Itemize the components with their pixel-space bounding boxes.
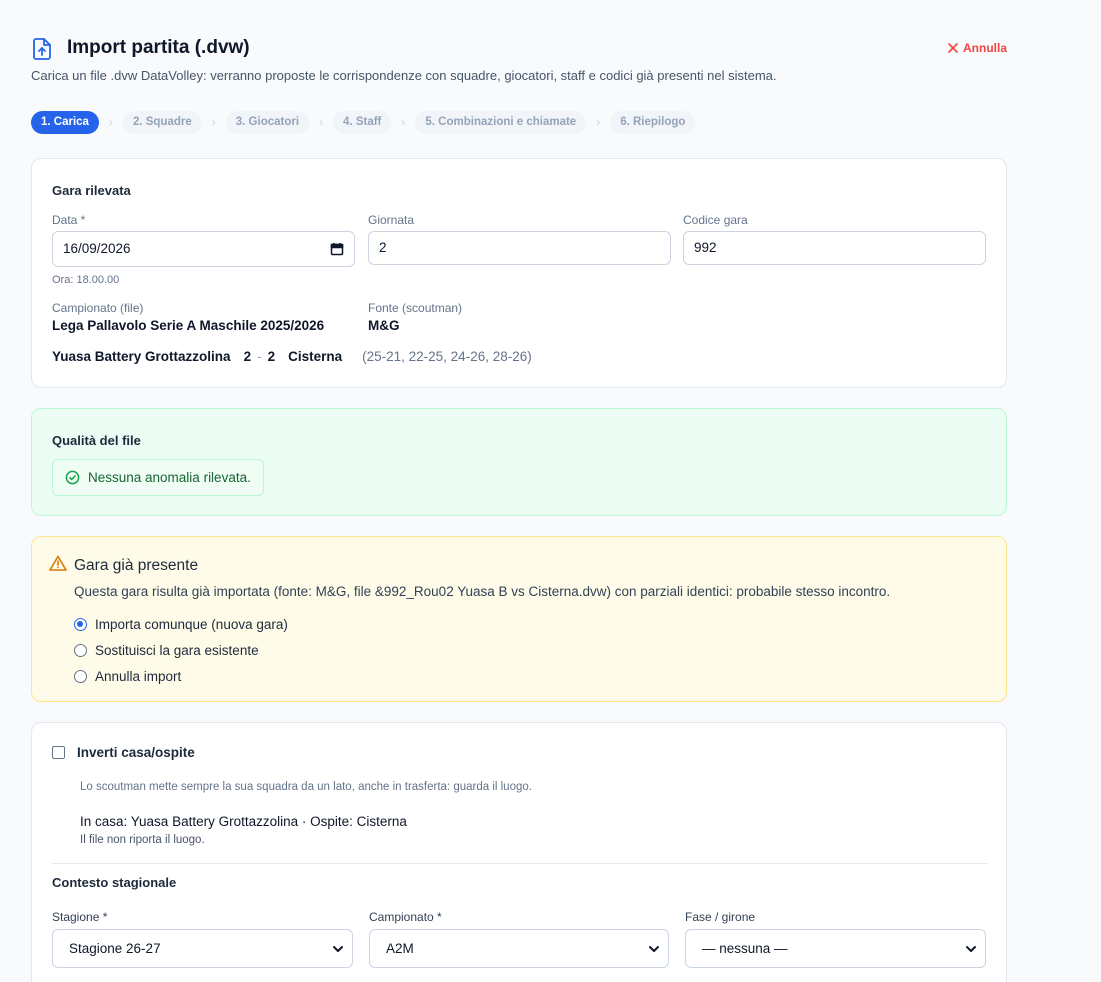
step-carica[interactable]: 1. Carica	[31, 110, 99, 134]
divider	[52, 863, 987, 864]
calendar-icon[interactable]	[330, 242, 344, 256]
radio-cancel-import[interactable]	[74, 670, 87, 683]
championship-file-value: Lega Pallavolo Serie A Maschile 2025/202…	[52, 318, 325, 333]
score-separator: -	[257, 349, 262, 364]
source-value: M&G	[368, 318, 400, 333]
championship-file-label: Campionato (file)	[52, 301, 144, 315]
option-replace-existing[interactable]: Sostituisci la gara esistente	[74, 643, 259, 658]
step-riepilogo[interactable]: 6. Riepilogo	[610, 110, 696, 134]
wizard-stepper: 1. Carica › 2. Squadre › 3. Giocatori › …	[31, 110, 696, 134]
option-replace-existing-label: Sostituisci la gara esistente	[95, 643, 259, 658]
league-label: Campionato *	[369, 910, 442, 924]
phase-selected: — nessuna —	[702, 941, 788, 956]
file-quality-card: Qualità del file Nessuna anomalia rileva…	[31, 408, 1007, 516]
date-label: Data *	[52, 213, 86, 227]
time-note: Ora: 18.00.00	[52, 274, 120, 286]
file-upload-icon	[33, 38, 51, 60]
quality-title: Qualità del file	[52, 433, 141, 448]
page-header: Import partita (.dvw) Annulla	[31, 35, 1007, 65]
page-subtitle: Carica un file .dvw DataVolley: verranno…	[31, 68, 777, 83]
cancel-button[interactable]: Annulla	[948, 41, 1007, 55]
season-label: Stagione *	[52, 910, 108, 924]
league-selected: A2M	[386, 941, 414, 956]
match-code-input[interactable]: 992	[683, 231, 986, 265]
option-import-anyway[interactable]: Importa comunque (nuova gara)	[74, 617, 288, 632]
step-separator-icon: ›	[401, 115, 406, 129]
step-combinazioni[interactable]: 5. Combinazioni e chiamate	[415, 110, 587, 134]
date-value: 16/09/2026	[63, 241, 131, 256]
step-separator-icon: ›	[108, 115, 113, 129]
home-away-summary: In casa: Yuasa Battery Grottazzolina · O…	[80, 814, 407, 829]
venue-note: Il file non riporta il luogo.	[80, 834, 205, 846]
swap-home-away-checkbox[interactable]	[52, 746, 65, 759]
match-code-label: Codice gara	[683, 213, 748, 227]
phase-label: Fase / girone	[685, 910, 756, 924]
phase-select[interactable]: — nessuna —	[685, 929, 986, 968]
home-sets: 2	[243, 349, 252, 364]
step-separator-icon: ›	[596, 115, 601, 129]
duplicate-description: Questa gara risulta già importata (fonte…	[74, 584, 891, 599]
chevron-down-icon	[966, 946, 976, 952]
match-details-card: Gara rilevata Data * 16/09/2026 Ora: 18.…	[31, 158, 1007, 388]
option-import-anyway-label: Importa comunque (nuova gara)	[95, 617, 288, 632]
source-label: Fonte (scoutman)	[368, 301, 463, 315]
season-selected: Stagione 26-27	[69, 941, 161, 956]
step-giocatori[interactable]: 3. Giocatori	[225, 110, 310, 134]
step-squadre[interactable]: 2. Squadre	[122, 110, 202, 134]
cancel-label: Annulla	[963, 41, 1007, 55]
score-line: Yuasa Battery Grottazzolina 2 - 2 Cister…	[52, 349, 532, 364]
option-cancel-import[interactable]: Annulla import	[74, 669, 181, 684]
duplicate-match-card: Gara già presente Questa gara risulta gi…	[31, 536, 1007, 702]
warning-icon	[49, 555, 67, 571]
context-card: Inverti casa/ospite Lo scoutman mette se…	[31, 722, 1007, 982]
season-context-title: Contesto stagionale	[52, 875, 177, 890]
set-partials: (25-21, 22-25, 24-26, 28-26)	[362, 349, 532, 364]
option-cancel-import-label: Annulla import	[95, 669, 182, 684]
radio-replace-existing[interactable]	[74, 644, 87, 657]
swap-home-away-toggle[interactable]: Inverti casa/ospite	[52, 745, 195, 760]
radio-import-anyway[interactable]	[74, 618, 87, 631]
duplicate-title: Gara già presente	[74, 557, 199, 574]
step-staff[interactable]: 4. Staff	[333, 110, 392, 134]
match-section-title: Gara rilevata	[52, 183, 131, 198]
quality-status-badge: Nessuna anomalia rilevata.	[52, 459, 264, 496]
chevron-down-icon	[333, 946, 343, 952]
away-team-name: Cisterna	[288, 349, 343, 364]
swap-home-away-label: Inverti casa/ospite	[77, 745, 195, 760]
step-separator-icon: ›	[211, 115, 216, 129]
home-team-name: Yuasa Battery Grottazzolina	[52, 349, 231, 364]
round-label: Giornata	[368, 213, 415, 227]
swap-note: Lo scoutman mette sempre la sua squadra …	[80, 781, 532, 793]
check-circle-icon	[65, 470, 80, 485]
away-sets: 2	[267, 349, 276, 364]
season-select[interactable]: Stagione 26-27	[52, 929, 353, 968]
chevron-down-icon	[649, 946, 659, 952]
league-select[interactable]: A2M	[369, 929, 669, 968]
round-input[interactable]: 2	[368, 231, 671, 265]
close-icon	[948, 43, 958, 53]
step-separator-icon: ›	[319, 115, 324, 129]
date-input[interactable]: 16/09/2026	[52, 231, 355, 267]
quality-message: Nessuna anomalia rilevata.	[88, 470, 251, 485]
page-title: Import partita (.dvw)	[67, 37, 250, 58]
